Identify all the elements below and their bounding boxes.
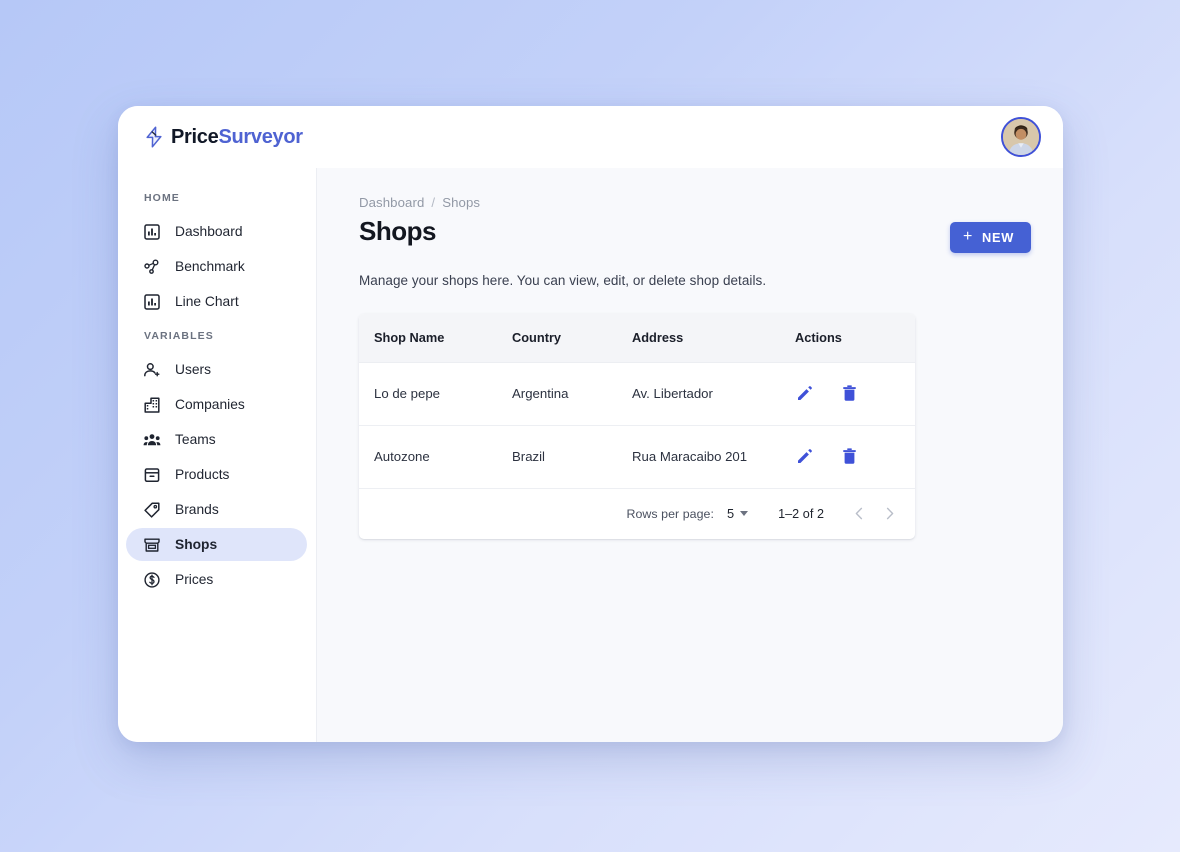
sidebar-item-label: Products [175, 467, 230, 482]
edit-button[interactable] [795, 447, 814, 466]
table-body: Lo de pepe Argentina Av. Libertador Auto… [359, 362, 915, 489]
trash-icon [840, 447, 859, 466]
cell-country: Argentina [512, 362, 632, 426]
breadcrumb: Dashboard / Shops [359, 195, 1031, 210]
sidebar-item-label: Dashboard [175, 224, 243, 239]
avatar[interactable] [1001, 117, 1041, 157]
brand-name: PriceSurveyor [171, 127, 303, 147]
row-actions [795, 426, 915, 488]
sidebar-section-label-variables: VARIABLES [144, 330, 214, 342]
hub-network-icon [143, 258, 161, 276]
rows-per-page-label: Rows per page: [626, 506, 714, 521]
column-header-country[interactable]: Country [512, 314, 632, 363]
column-header-address[interactable]: Address [632, 314, 795, 363]
row-actions [795, 363, 915, 425]
table-pagination: Rows per page: 5 1–2 of 2 [359, 489, 915, 539]
page-title: Shops [359, 216, 436, 246]
brand-logo[interactable]: PriceSurveyor [144, 126, 303, 148]
sidebar-item-label: Brands [175, 502, 219, 517]
sidebar-item-label: Benchmark [175, 259, 245, 274]
page-header-row: Shops + NEW [359, 215, 1031, 253]
breadcrumb-separator: / [431, 195, 436, 210]
plus-icon: + [962, 228, 974, 245]
person-add-icon [143, 361, 161, 379]
cell-actions [795, 425, 915, 489]
next-page-button[interactable] [874, 499, 904, 529]
sidebar-item-label: Prices [175, 572, 214, 587]
main-content: Dashboard / Shops Shops + NEW Manage you… [317, 168, 1063, 742]
column-header-shop-name[interactable]: Shop Name [359, 314, 512, 363]
delete-button[interactable] [840, 447, 859, 466]
sidebar-item-teams[interactable]: Teams [126, 423, 307, 456]
top-bar: PriceSurveyor [118, 106, 1063, 168]
sidebar-item-companies[interactable]: Companies [126, 388, 307, 421]
pencil-icon [795, 447, 814, 466]
sidebar-item-label: Companies [175, 397, 245, 412]
previous-page-button[interactable] [844, 499, 874, 529]
cell-shop-name: Autozone [359, 425, 512, 489]
sidebar-section-label-home: HOME [144, 192, 180, 204]
cell-shop-name: Lo de pepe [359, 362, 512, 426]
rows-per-page-value: 5 [726, 506, 735, 521]
new-button-label: NEW [982, 230, 1014, 245]
app-body: HOME Dashboard Benchmark Line Chart VARI… [118, 168, 1063, 742]
sidebar-item-label: Users [175, 362, 212, 377]
cell-address: Rua Maracaibo 201 [632, 425, 795, 489]
new-button[interactable]: + NEW [949, 222, 1031, 253]
cell-address: Av. Libertador [632, 362, 795, 426]
sidebar-item-prices[interactable]: Prices [126, 563, 307, 596]
sidebar-item-dashboard[interactable]: Dashboard [126, 215, 307, 248]
breadcrumb-current: Shops [442, 195, 481, 210]
sidebar: HOME Dashboard Benchmark Line Chart VARI… [118, 168, 317, 742]
sidebar-item-products[interactable]: Products [126, 458, 307, 491]
sidebar-item-line-chart[interactable]: Line Chart [126, 285, 307, 318]
dollar-circle-icon [143, 571, 161, 589]
chevron-down-icon [740, 511, 749, 516]
sidebar-item-benchmark[interactable]: Benchmark [126, 250, 307, 283]
sidebar-item-shops[interactable]: Shops [126, 528, 307, 561]
pencil-icon [795, 384, 814, 403]
sidebar-item-label: Line Chart [175, 294, 239, 309]
cell-country: Brazil [512, 425, 632, 489]
page-description: Manage your shops here. You can view, ed… [359, 273, 767, 288]
table-row[interactable]: Autozone Brazil Rua Maracaibo 201 [359, 425, 915, 489]
table-header-row: Shop Name Country Address Actions [359, 314, 915, 363]
inventory-icon [143, 466, 161, 484]
shops-table: Shop Name Country Address Actions Lo de … [359, 314, 915, 489]
sidebar-item-label: Teams [175, 432, 216, 447]
trash-icon [840, 384, 859, 403]
cell-actions [795, 362, 915, 426]
pagination-range: 1–2 of 2 [778, 506, 824, 521]
sidebar-item-brands[interactable]: Brands [126, 493, 307, 526]
shops-table-card: Shop Name Country Address Actions Lo de … [359, 314, 915, 539]
chevron-right-icon [882, 506, 897, 521]
app-window: PriceSurveyor HOME Dashboard Benchmark L… [118, 106, 1063, 742]
groups-icon [143, 431, 161, 449]
column-header-actions: Actions [795, 314, 915, 363]
bar-chart-icon [143, 293, 161, 311]
tag-icon [143, 501, 161, 519]
rows-per-page-select[interactable]: 5 [726, 506, 749, 521]
chevron-left-icon [852, 506, 867, 521]
sidebar-item-label: Shops [175, 537, 218, 552]
table-row[interactable]: Lo de pepe Argentina Av. Libertador [359, 362, 915, 426]
apartment-icon [143, 396, 161, 414]
brand-name-part-1: Price [171, 126, 219, 148]
delete-button[interactable] [840, 384, 859, 403]
storefront-icon [143, 536, 161, 554]
bar-chart-icon [143, 223, 161, 241]
edit-button[interactable] [795, 384, 814, 403]
brand-name-part-2: Surveyor [218, 126, 303, 148]
breadcrumb-dashboard[interactable]: Dashboard [359, 195, 424, 210]
lightning-bolt-icon [144, 126, 164, 148]
table-head: Shop Name Country Address Actions [359, 314, 915, 363]
sidebar-item-users[interactable]: Users [126, 353, 307, 386]
